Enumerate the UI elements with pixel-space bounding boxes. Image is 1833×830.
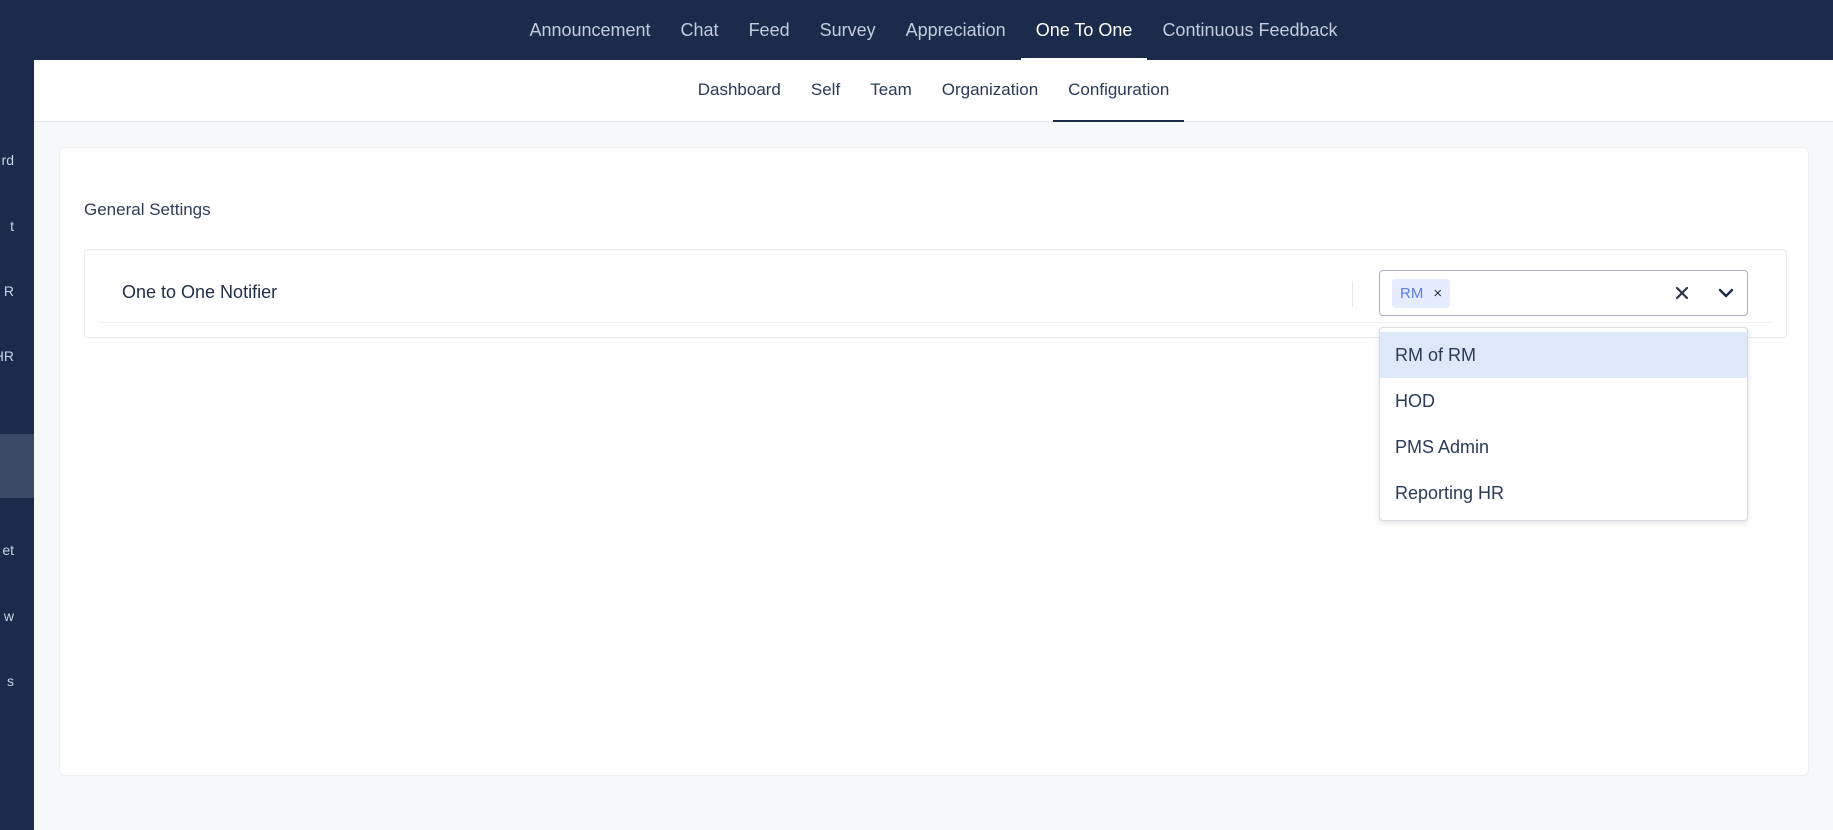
sidebar-active-highlight (0, 434, 34, 498)
option-pms-admin[interactable]: PMS Admin (1380, 424, 1747, 470)
clear-icon[interactable] (1669, 271, 1695, 315)
sub-nav: Dashboard Self Team Organization Configu… (34, 60, 1833, 122)
tab-continuous-feedback[interactable]: Continuous Feedback (1147, 0, 1352, 60)
section-title: General Settings (84, 200, 211, 219)
notifier-select[interactable]: RM × (1379, 270, 1748, 316)
option-reporting-hr[interactable]: Reporting HR (1380, 470, 1747, 516)
tab-survey[interactable]: Survey (805, 0, 891, 60)
subtab-configuration[interactable]: Configuration (1053, 60, 1185, 122)
top-nav-tabs: Announcement Chat Feed Survey Appreciati… (34, 0, 1833, 60)
row-divider-horizontal (98, 322, 1773, 323)
subtab-team[interactable]: Team (855, 60, 927, 121)
sidebar-item-5[interactable]: et (0, 530, 34, 570)
selected-chip: RM × (1392, 279, 1451, 308)
sidebar-item-2[interactable]: t (0, 206, 34, 246)
chevron-down-icon[interactable] (1713, 271, 1739, 315)
tab-appreciation[interactable]: Appreciation (891, 0, 1021, 60)
tab-one-to-one[interactable]: One To One (1020, 0, 1148, 60)
option-rm-of-rm[interactable]: RM of RM (1380, 332, 1747, 378)
subtab-self[interactable]: Self (796, 60, 855, 121)
left-sidebar: rd t R HR et w s (0, 0, 34, 830)
tab-feed[interactable]: Feed (734, 0, 805, 60)
top-nav: Announcement Chat Feed Survey Appreciati… (34, 0, 1833, 60)
sidebar-item-3[interactable]: R (0, 271, 34, 311)
subtab-dashboard[interactable]: Dashboard (683, 60, 796, 121)
sidebar-item-7[interactable]: s (0, 661, 34, 701)
sidebar-item-1[interactable]: rd (0, 140, 34, 180)
sidebar-item-4[interactable]: HR (0, 336, 34, 376)
row-divider (1352, 281, 1353, 307)
subtab-organization[interactable]: Organization (927, 60, 1053, 121)
notifier-label: One to One Notifier (122, 282, 278, 302)
option-hod[interactable]: HOD (1380, 378, 1747, 424)
sidebar-item-6[interactable]: w (0, 596, 34, 636)
options-dropdown: RM of RM HOD PMS Admin Reporting HR (1379, 327, 1748, 521)
chip-remove-button[interactable]: × (1433, 285, 1442, 302)
tab-announcement[interactable]: Announcement (514, 0, 665, 60)
tab-chat[interactable]: Chat (666, 0, 734, 60)
chip-label: RM (1400, 285, 1424, 302)
